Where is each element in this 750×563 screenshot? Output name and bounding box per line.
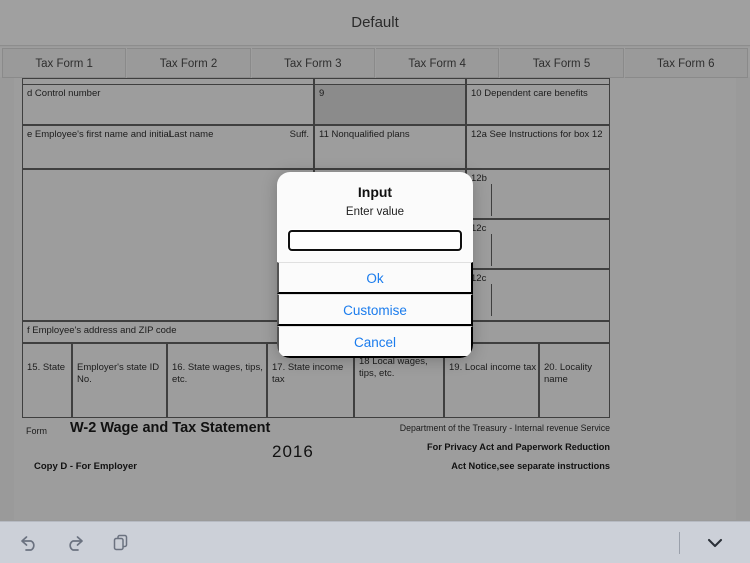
undo-icon <box>18 534 40 552</box>
chevron-down-icon <box>705 536 725 550</box>
dialog-cancel-button[interactable]: Cancel <box>277 326 473 358</box>
bottom-toolbar <box>0 521 750 563</box>
copy-icon <box>111 533 131 553</box>
modal-overlay: Input Enter value Ok Customise Cancel <box>0 0 750 563</box>
redo-button[interactable] <box>58 526 92 560</box>
collapse-keyboard-button[interactable] <box>698 526 732 560</box>
copy-button[interactable] <box>104 526 138 560</box>
dialog-title: Input <box>357 184 393 200</box>
undo-button[interactable] <box>12 526 46 560</box>
dialog-message: Enter value <box>345 206 405 218</box>
redo-icon <box>64 534 86 552</box>
toolbar-divider <box>679 531 680 554</box>
dialog-input-row <box>277 229 473 262</box>
dialog-customise-button[interactable]: Customise <box>277 294 473 326</box>
input-dialog: Input Enter value Ok Customise Cancel <box>277 172 473 358</box>
dialog-value-input[interactable] <box>287 229 463 252</box>
dialog-ok-button[interactable]: Ok <box>277 262 473 294</box>
app-root: Default Tax Form 1 Tax Form 2 Tax Form 3… <box>0 0 750 563</box>
